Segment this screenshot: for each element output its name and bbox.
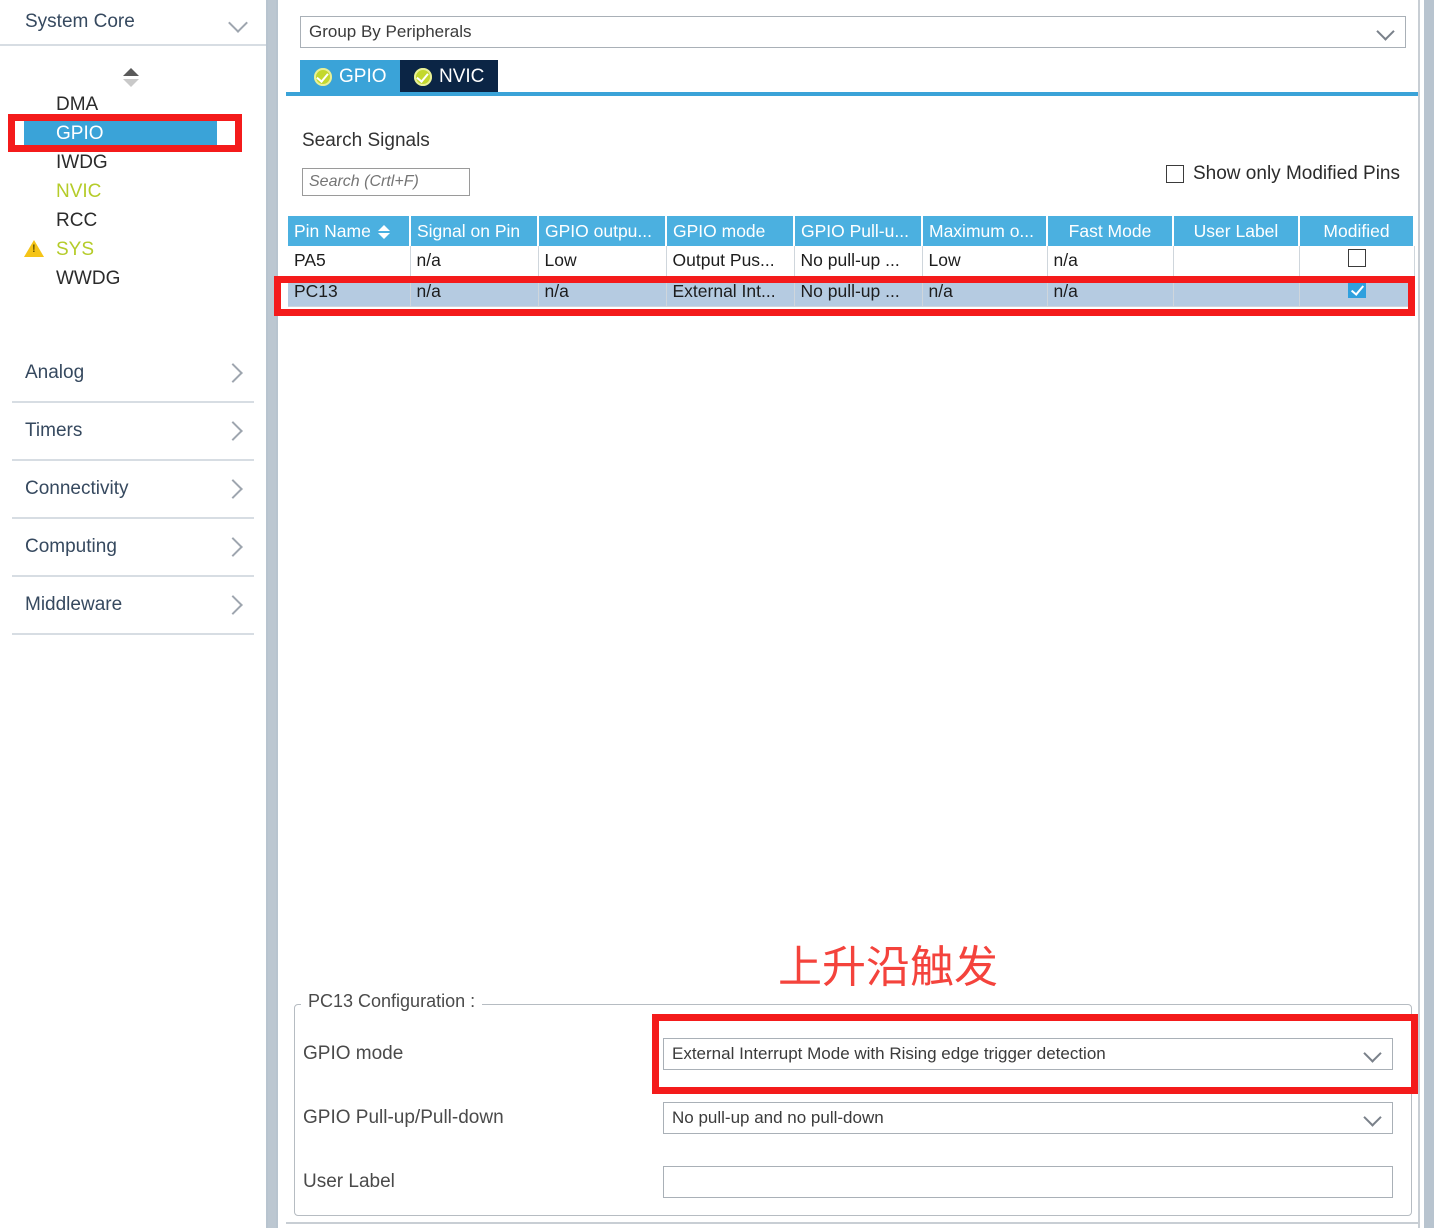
chevron-right-icon[interactable] (222, 536, 244, 558)
vertical-scrollbar[interactable] (1424, 0, 1434, 1228)
sidebar-divider-inner (268, 0, 276, 1228)
table-row[interactable]: PA5n/aLowOutput Pus...No pull-up ...Lown… (288, 246, 1414, 276)
table-column-header[interactable]: Modified (1299, 216, 1414, 246)
search-input[interactable] (302, 168, 470, 196)
annotation-note-rising-edge: 上升沿触发 (778, 946, 998, 990)
chevron-right-icon[interactable] (222, 594, 244, 616)
peripheral-tabstrip: GPIO NVIC (286, 60, 1420, 94)
sidebar-item-label: IWDG (56, 152, 108, 174)
show-only-modified-checkbox[interactable] (1166, 165, 1184, 183)
tab-nvic[interactable]: NVIC (400, 60, 498, 93)
table-column-header[interactable]: GPIO Pull-u... (794, 216, 922, 246)
table-cell-gpio-mode[interactable]: Output Pus... (666, 246, 794, 276)
table-column-label: GPIO outpu... (545, 221, 652, 241)
table-column-label: Pin Name (294, 221, 371, 241)
table-column-label: User Label (1194, 221, 1279, 241)
table-column-label: Fast Mode (1069, 221, 1152, 241)
table-header-row: Pin Name Signal on Pin GPIO outpu... GPIO m… (288, 216, 1414, 246)
table-cell-user-label[interactable] (1173, 246, 1299, 276)
sidebar-category-computing[interactable]: Computing (12, 519, 254, 577)
sidebar-category-analog[interactable]: Analog (12, 345, 254, 403)
table-column-label: Maximum o... (929, 221, 1034, 241)
chevron-right-icon[interactable] (222, 420, 244, 442)
group-by-value: Group By Peripherals (309, 22, 1375, 42)
modified-checkbox[interactable] (1348, 249, 1366, 267)
table-column-header[interactable]: Pin Name (288, 216, 410, 246)
config-label: GPIO mode (295, 1043, 663, 1065)
chevron-down-icon[interactable] (228, 11, 250, 33)
sidebar-item-nvic[interactable]: NVIC (0, 177, 266, 206)
search-signals-label: Search Signals (302, 130, 430, 152)
annotation-box-pc13-table-row (274, 276, 1415, 316)
config-label: GPIO Pull-up/Pull-down (295, 1107, 663, 1129)
chevron-right-icon[interactable] (222, 478, 244, 500)
sidebar-item-label: DMA (56, 94, 98, 116)
config-row: GPIO Pull-up/Pull-down No pull-up and no … (295, 1095, 1413, 1141)
table-column-header[interactable]: Maximum o... (922, 216, 1047, 246)
table-column-header[interactable]: GPIO mode (666, 216, 794, 246)
table-column-header[interactable]: Signal on Pin (410, 216, 538, 246)
sort-arrows-icon[interactable] (378, 224, 390, 240)
config-label: User Label (295, 1171, 663, 1193)
table-cell-modified[interactable] (1299, 246, 1414, 276)
table-cell-fast-mode[interactable]: n/a (1047, 246, 1173, 276)
sidebar-category-label: Timers (25, 420, 222, 442)
sidebar-group-system-core[interactable]: System Core (0, 0, 266, 46)
check-circle-icon (314, 68, 332, 86)
annotation-box-gpio-sidebar-item (8, 114, 242, 152)
chevron-right-icon[interactable] (222, 362, 244, 384)
table-column-header[interactable]: Fast Mode (1047, 216, 1173, 246)
annotation-box-gpio-mode-dropdown (652, 1014, 1418, 1094)
sidebar-category-label: Computing (25, 536, 222, 558)
table-cell-signal-on-pin[interactable]: n/a (410, 246, 538, 276)
tab-nvic-label: NVIC (439, 66, 484, 88)
sidebar-item-label: SYS (56, 239, 94, 261)
sidebar-item-sys[interactable]: SYS (0, 235, 266, 264)
sidebar-item-rcc[interactable]: RCC (0, 206, 266, 235)
sidebar-category-connectivity[interactable]: Connectivity (12, 461, 254, 519)
config-textbox[interactable] (663, 1166, 1393, 1198)
pin-configuration-legend: PC13 Configuration : (301, 991, 482, 1012)
table-cell-maximum-output[interactable]: Low (922, 246, 1047, 276)
chevron-down-icon[interactable] (1375, 21, 1397, 43)
config-row: User Label (295, 1159, 1413, 1205)
config-dropdown[interactable]: No pull-up and no pull-down (663, 1102, 1393, 1134)
sidebar-category-label: Analog (25, 362, 222, 384)
sidebar-category-label: Connectivity (25, 478, 222, 500)
show-only-modified-pins-toggle[interactable]: Show only Modified Pins (1166, 163, 1400, 185)
category-list: Analog Timers Connectivity Computing Middlew… (0, 345, 266, 635)
sidebar-item-label: NVIC (56, 181, 101, 203)
sidebar-item-label: WWDG (56, 268, 120, 290)
group-by-dropdown[interactable]: Group By Peripherals (300, 16, 1406, 48)
table-cell-gpio-output[interactable]: Low (538, 246, 666, 276)
table-cell-gpio-pull[interactable]: No pull-up ... (794, 246, 922, 276)
table-cell-pin-name[interactable]: PA5 (288, 246, 410, 276)
table-column-label: GPIO mode (673, 221, 765, 241)
sidebar-category-timers[interactable]: Timers (12, 403, 254, 461)
table-column-header[interactable]: GPIO outpu... (538, 216, 666, 246)
tab-gpio-label: GPIO (339, 66, 387, 88)
table-column-label: GPIO Pull-u... (801, 221, 909, 241)
table-column-label: Signal on Pin (417, 221, 520, 241)
table-column-label: Modified (1323, 221, 1389, 241)
config-value: No pull-up and no pull-down (672, 1108, 1362, 1128)
show-only-modified-label: Show only Modified Pins (1193, 163, 1400, 185)
peripheral-sidebar: System Core DMAGPIOIWDGNVICRCCSYSWWDG An… (0, 0, 266, 1228)
table-column-header[interactable]: User Label (1173, 216, 1299, 246)
sidebar-item-wwdg[interactable]: WWDG (0, 264, 266, 293)
tab-gpio[interactable]: GPIO (300, 60, 401, 93)
sidebar-category-label: Middleware (25, 594, 222, 616)
sidebar-category-middleware[interactable]: Middleware (12, 577, 254, 635)
sidebar-item-iwdg[interactable]: IWDG (0, 148, 266, 177)
check-circle-icon (414, 68, 432, 86)
spin-up-down-icon[interactable] (123, 68, 141, 90)
sidebar-item-label: RCC (56, 210, 97, 232)
tabstrip-underline (286, 92, 1420, 96)
chevron-down-icon[interactable] (1362, 1107, 1384, 1129)
sidebar-group-label: System Core (25, 11, 228, 33)
warning-triangle-icon (24, 240, 44, 257)
cubemx-pinout-configuration-screen: System Core DMA GPIO IWDG NVIC RCC SYS WWDG An… (0, 0, 1453, 1228)
main-panel-bottom-border (286, 1222, 1420, 1224)
